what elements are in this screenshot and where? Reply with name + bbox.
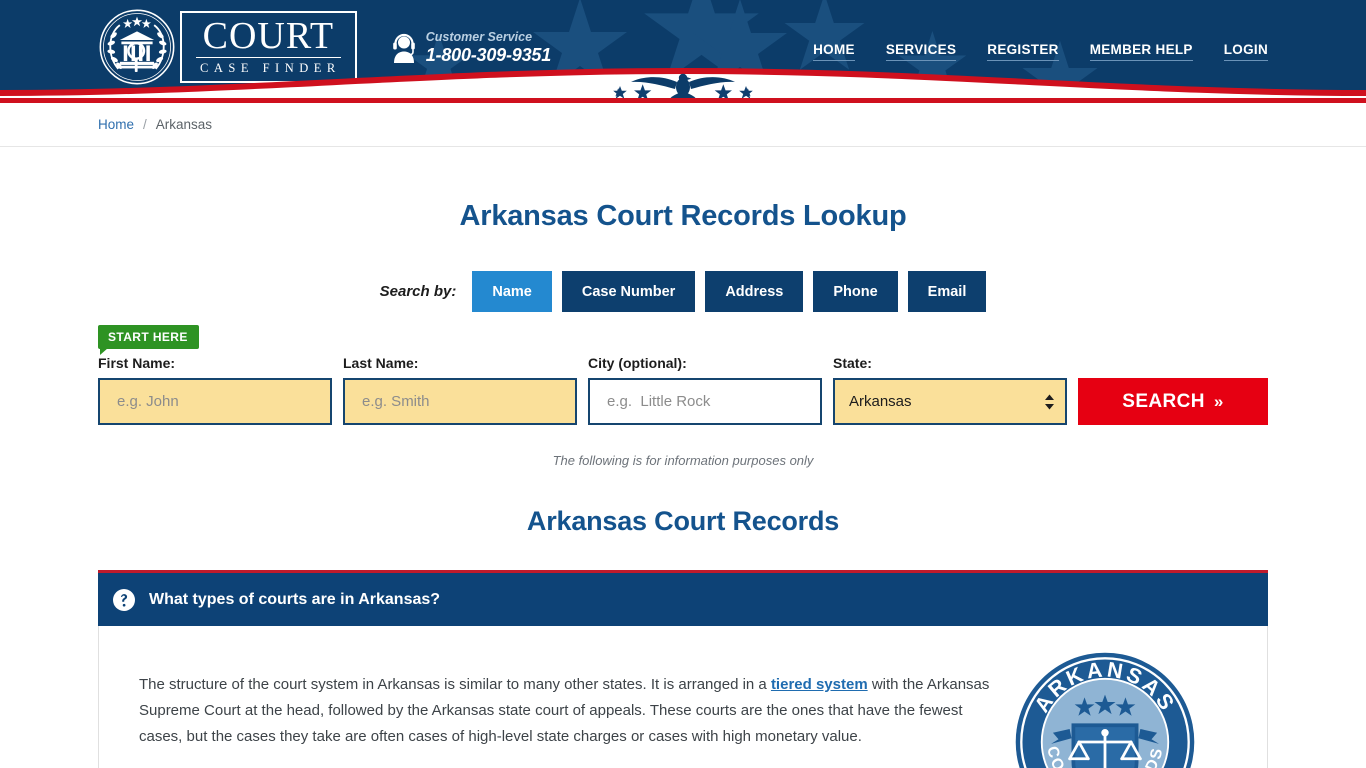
last-name-label: Last Name:	[343, 355, 419, 371]
customer-service-phone[interactable]: 1-800-309-9351	[426, 45, 552, 66]
breadcrumb-separator: /	[143, 117, 147, 132]
tab-address[interactable]: Address	[705, 271, 804, 312]
main-content: Arkansas Court Records Lookup Search by:…	[0, 147, 1366, 768]
state-seal-container: ARKANSAS COURT RECORDS	[1005, 649, 1205, 768]
faq-card: What types of courts are in Arkansas? Th…	[98, 570, 1268, 768]
state-select[interactable]: Arkansas	[833, 378, 1067, 425]
arkansas-state-court-seal-icon: ARKANSAS COURT RECORDS	[1013, 650, 1197, 768]
state-label: State:	[833, 355, 872, 371]
site-logo[interactable]: COURT CASE FINDER	[98, 8, 357, 86]
state-select-wrapper: Arkansas	[833, 378, 1067, 425]
last-name-field-group: Last Name:	[343, 355, 577, 425]
logo-subtitle: CASE FINDER	[200, 61, 341, 75]
faq-header[interactable]: What types of courts are in Arkansas?	[98, 573, 1268, 626]
customer-service-block[interactable]: Customer Service 1-800-309-9351	[391, 30, 551, 66]
first-name-input[interactable]	[98, 378, 332, 425]
first-name-label: First Name:	[98, 355, 176, 371]
first-name-field-group: First Name:	[98, 355, 332, 425]
logo-title: COURT	[196, 16, 341, 58]
nav-item-register[interactable]: REGISTER	[987, 42, 1059, 61]
search-by-label: Search by:	[379, 283, 457, 300]
faq-body: The structure of the court system in Ark…	[98, 626, 1268, 768]
faq-answer: The structure of the court system in Ark…	[139, 672, 1005, 768]
search-button[interactable]: SEARCH »	[1078, 378, 1268, 425]
search-form: START HERE First Name: Last Name: City (…	[0, 325, 1366, 425]
section-title: Arkansas Court Records	[526, 506, 840, 536]
question-mark-circle-icon	[113, 588, 135, 611]
faq-section: What types of courts are in Arkansas? Th…	[0, 570, 1366, 768]
header-red-rule	[0, 98, 1366, 103]
headset-support-agent-icon	[392, 33, 415, 63]
tab-case-number[interactable]: Case Number	[561, 271, 696, 312]
tab-phone[interactable]: Phone	[813, 271, 898, 312]
customer-service-label: Customer Service	[425, 30, 533, 44]
faq-answer-part1: The structure of the court system in Ark…	[139, 676, 771, 693]
breadcrumb-home-link[interactable]: Home	[98, 117, 134, 132]
start-here-badge: START HERE	[98, 325, 199, 355]
state-field-group: State: Arkansas	[833, 355, 1067, 425]
main-navigation: HOME SERVICES REGISTER MEMBER HELP LOGIN	[813, 42, 1268, 61]
faq-answer-link[interactable]: tiered system	[771, 676, 868, 693]
city-field-group: City (optional):	[588, 355, 822, 425]
nav-item-services[interactable]: SERVICES	[885, 42, 957, 61]
search-button-label: SEARCH	[1122, 390, 1205, 412]
double-chevron-right-icon: »	[1213, 391, 1224, 411]
info-purposes-note: The following is for information purpose…	[552, 453, 814, 468]
breadcrumb: Home / Arkansas	[0, 103, 1366, 147]
nav-item-member-help[interactable]: MEMBER HELP	[1089, 42, 1193, 61]
last-name-input[interactable]	[343, 378, 577, 425]
nav-item-home[interactable]: HOME	[813, 42, 855, 61]
page-title: Arkansas Court Records Lookup	[459, 200, 907, 232]
search-fields-row: First Name: Last Name: City (optional): …	[98, 355, 1268, 425]
court-building-wreath-seal-icon	[99, 9, 175, 85]
site-header: COURT CASE FINDER Customer Service 1-800…	[0, 0, 1366, 103]
city-label: City (optional):	[588, 355, 687, 371]
nav-item-login[interactable]: LOGIN	[1223, 42, 1268, 61]
city-input[interactable]	[588, 378, 822, 425]
faq-question: What types of courts are in Arkansas?	[149, 590, 441, 608]
breadcrumb-current: Arkansas	[155, 117, 213, 132]
tab-name[interactable]: Name	[472, 271, 552, 312]
search-by-tabs: Search by: Name Case Number Address Phon…	[0, 271, 1366, 312]
logo-text-box: COURT CASE FINDER	[180, 11, 357, 83]
tab-email[interactable]: Email	[907, 271, 987, 312]
